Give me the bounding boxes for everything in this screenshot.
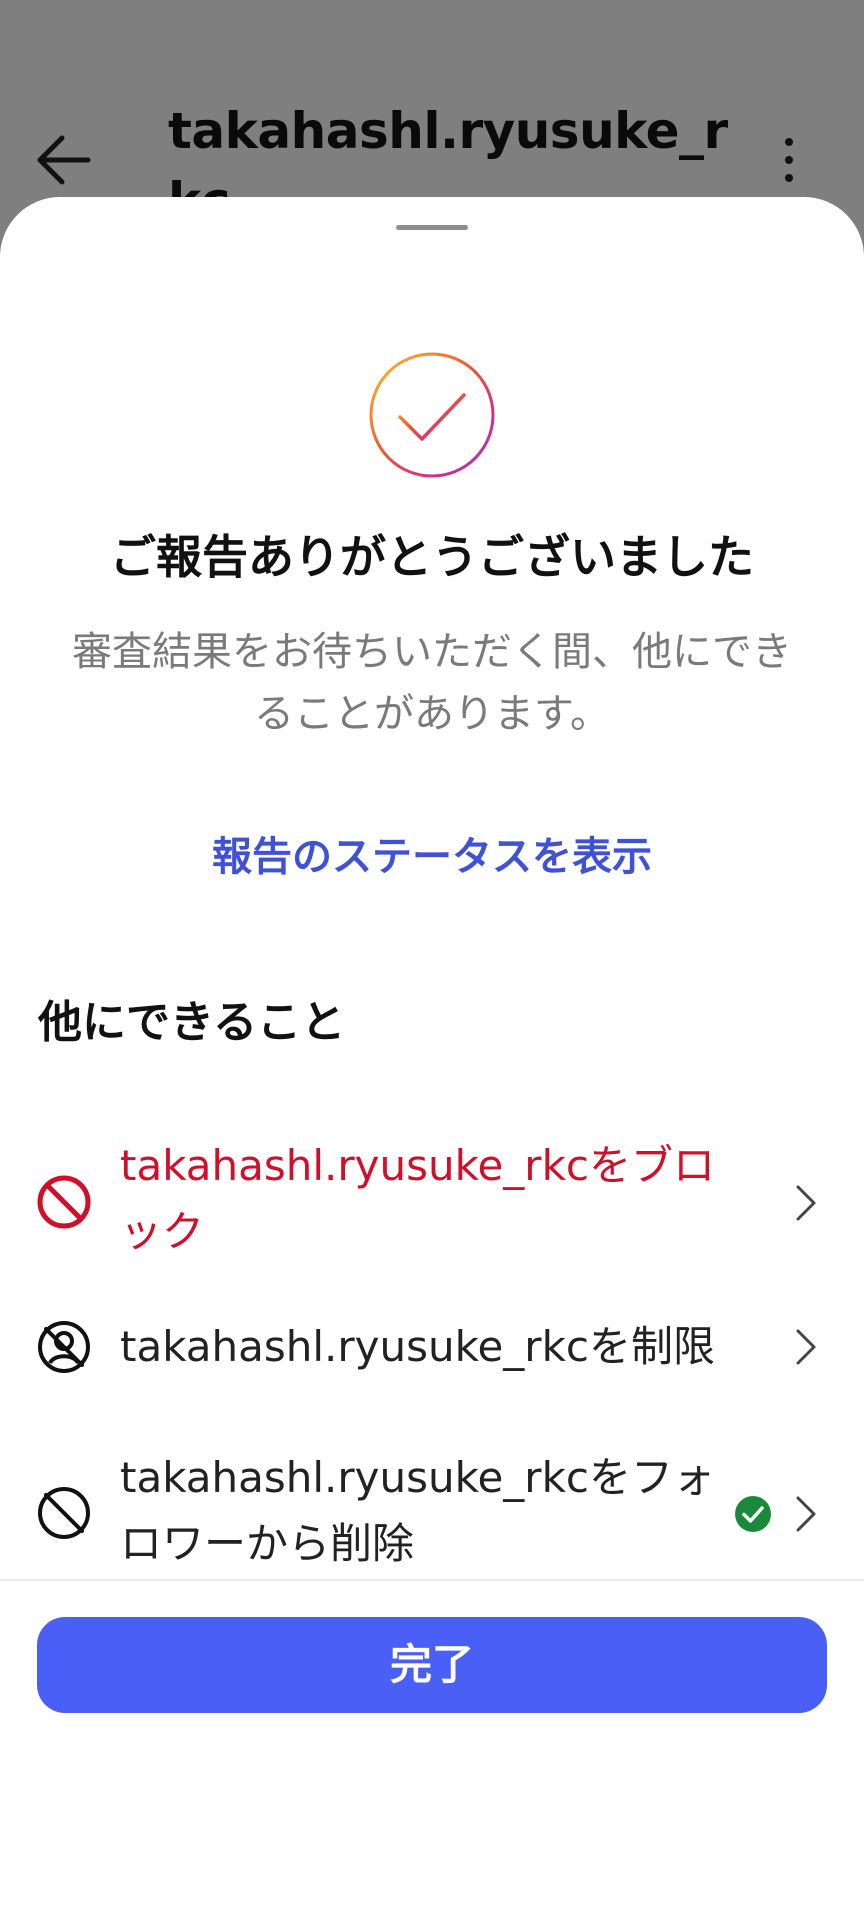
view-report-status-link[interactable]: 報告のステータスを表示 <box>0 827 864 887</box>
footer-divider <box>0 1579 864 1581</box>
report-confirmation-sheet: ご報告ありがとうございました 審査結果をお待ちいただく間、他にできることがありま… <box>0 197 864 1920</box>
block-user-label: takahashl.ryusuke_rkcをブロック <box>120 1141 715 1256</box>
chevron-right-icon <box>796 1185 816 1221</box>
remove-follower-row[interactable]: takahashl.ryusuke_rkcをフォロワーから削除 <box>0 1433 864 1577</box>
other-actions-list: takahashl.ryusuke_rkcをブロック takahashl.ryu… <box>0 1127 864 1577</box>
success-check-icon <box>369 352 495 478</box>
restrict-user-row[interactable]: takahashl.ryusuke_rkcを制限 <box>0 1297 864 1397</box>
restrict-icon <box>38 1321 90 1373</box>
remove-follower-label: takahashl.ryusuke_rkcをフォロワーから削除 <box>120 1453 715 1568</box>
review-info-text: 審査結果をお待ちいただく間、他にできることがあります。 <box>72 629 792 737</box>
back-arrow-icon[interactable] <box>34 128 92 192</box>
block-user-row[interactable]: takahashl.ryusuke_rkcをブロック <box>0 1127 864 1277</box>
thank-you-heading: ご報告ありがとうございました <box>110 530 754 584</box>
other-actions-heading: 他にできること <box>38 997 346 1048</box>
completed-check-icon <box>735 1496 771 1532</box>
chevron-right-icon <box>796 1496 816 1532</box>
chevron-right-icon <box>796 1329 816 1365</box>
restrict-user-label: takahashl.ryusuke_rkcを制限 <box>120 1322 715 1371</box>
sheet-drag-handle[interactable] <box>396 225 468 230</box>
done-button[interactable]: 完了 <box>37 1617 827 1713</box>
remove-follower-icon <box>38 1487 90 1539</box>
more-options-icon[interactable] <box>774 136 804 184</box>
block-icon <box>37 1175 91 1229</box>
